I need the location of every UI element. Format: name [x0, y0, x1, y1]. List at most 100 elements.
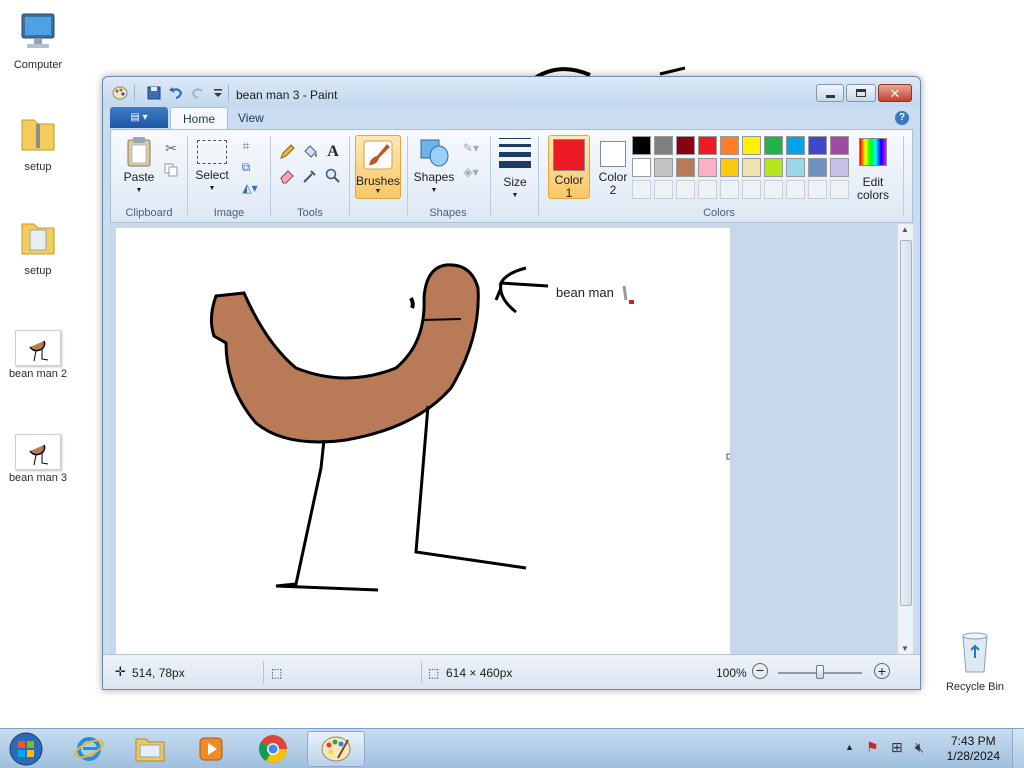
- magnifier-tool[interactable]: [323, 166, 343, 186]
- palette-swatch[interactable]: [676, 158, 695, 177]
- show-hidden-icons-icon[interactable]: ▲: [845, 742, 854, 752]
- volume-muted-icon[interactable]: 🔇︎: [915, 739, 924, 756]
- close-button[interactable]: ✕: [878, 84, 912, 102]
- canvas-resize-handle[interactable]: [726, 453, 730, 460]
- text-tool[interactable]: A: [323, 142, 343, 162]
- system-clock[interactable]: 7:43 PM 1/28/2024: [947, 734, 1000, 764]
- copy-icon: [164, 163, 178, 177]
- fill-button[interactable]: ◈▾: [457, 162, 485, 182]
- palette-custom-slot[interactable]: [720, 180, 739, 199]
- palette-swatch[interactable]: [742, 136, 761, 155]
- scrollbar-thumb[interactable]: [900, 240, 912, 606]
- outline-button[interactable]: ✎▾: [457, 138, 485, 158]
- paste-button[interactable]: Paste ▼: [120, 136, 158, 197]
- edit-colors-button[interactable]: Edit colors: [855, 136, 891, 202]
- group-label-colors: Colors: [703, 207, 735, 219]
- size-button[interactable]: Size ▼: [497, 136, 533, 202]
- help-icon[interactable]: ?: [895, 111, 909, 125]
- rotate-button[interactable]: ◭▾: [236, 178, 264, 198]
- palette-swatch[interactable]: [830, 136, 849, 155]
- taskbar-explorer[interactable]: [121, 731, 179, 767]
- palette-custom-slot[interactable]: [654, 180, 673, 199]
- media-player-icon: [199, 737, 223, 761]
- copy-button[interactable]: [161, 160, 181, 180]
- close-icon: ✕: [889, 85, 901, 101]
- palette-swatch[interactable]: [764, 158, 783, 177]
- palette-swatch[interactable]: [786, 158, 805, 177]
- size-label: Size: [503, 175, 527, 189]
- taskbar-paint[interactable]: [307, 731, 365, 767]
- palette-swatch[interactable]: [808, 136, 827, 155]
- drawing-canvas[interactable]: bean man: [116, 228, 730, 654]
- group-separator: [187, 136, 188, 216]
- eraser-tool[interactable]: [277, 166, 297, 186]
- taskbar: ▲ ⚑ ⊞ 🔇︎ 7:43 PM 1/28/2024: [0, 728, 1024, 768]
- image-thumbnail-icon: [15, 330, 61, 366]
- desktop-icon-computer[interactable]: Computer: [0, 8, 76, 71]
- palette-swatch[interactable]: [786, 136, 805, 155]
- fill-tool[interactable]: [300, 142, 320, 162]
- color-2-button[interactable]: Color 2: [592, 135, 634, 199]
- title-bar[interactable]: bean man 3 - Paint ✕: [103, 77, 920, 107]
- pencil-tool[interactable]: [277, 142, 297, 162]
- palette-custom-slot[interactable]: [808, 180, 827, 199]
- shapes-button[interactable]: Shapes ▼: [412, 136, 456, 197]
- undo-icon[interactable]: [168, 85, 184, 101]
- scroll-down-arrow-icon[interactable]: ▼: [901, 644, 909, 653]
- palette-swatch[interactable]: [764, 136, 783, 155]
- palette-swatch[interactable]: [698, 158, 717, 177]
- palette-custom-slot[interactable]: [632, 180, 651, 199]
- palette-custom-slot[interactable]: [742, 180, 761, 199]
- select-button[interactable]: Select ▼: [193, 136, 231, 195]
- minimize-button[interactable]: [816, 84, 844, 102]
- color-picker-tool[interactable]: [300, 166, 320, 186]
- dropdown-arrow-icon: ▼: [374, 188, 382, 195]
- taskbar-ie[interactable]: [60, 731, 118, 767]
- save-icon[interactable]: [146, 85, 162, 101]
- action-center-flag-icon[interactable]: ⚑: [866, 739, 879, 756]
- cut-button[interactable]: ✂: [161, 138, 181, 158]
- tab-home[interactable]: Home: [170, 107, 229, 129]
- redo-icon[interactable]: [190, 85, 206, 101]
- desktop-icon-setup-zip[interactable]: setup: [0, 110, 76, 173]
- show-desktop-button[interactable]: [1012, 729, 1024, 768]
- taskbar-chrome[interactable]: [244, 731, 302, 767]
- palette-custom-slot[interactable]: [698, 180, 717, 199]
- desktop-icon-recycle-bin[interactable]: Recycle Bin: [937, 630, 1013, 693]
- zoom-out-icon[interactable]: −: [752, 663, 768, 679]
- customize-quick-access-icon[interactable]: [210, 85, 226, 101]
- palette-swatch[interactable]: [698, 136, 717, 155]
- desktop-icon-bean-man-3[interactable]: bean man 3: [0, 434, 76, 484]
- paint-menu-button[interactable]: ▤ ▾: [110, 107, 168, 128]
- palette-swatch[interactable]: [632, 158, 651, 177]
- brushes-button[interactable]: Brushes ▼: [355, 135, 401, 199]
- tab-view[interactable]: View: [226, 107, 276, 129]
- palette-swatch[interactable]: [654, 158, 673, 177]
- palette-custom-slot[interactable]: [764, 180, 783, 199]
- palette-swatch[interactable]: [654, 136, 673, 155]
- zoom-in-icon[interactable]: +: [874, 663, 890, 679]
- network-icon[interactable]: ⊞: [891, 739, 903, 756]
- palette-custom-slot[interactable]: [830, 180, 849, 199]
- resize-button[interactable]: ⧉: [236, 157, 256, 177]
- desktop-icon-setup-folder[interactable]: setup: [0, 214, 76, 277]
- zoom-slider-thumb[interactable]: [816, 665, 824, 679]
- color-1-button[interactable]: Color 1: [548, 135, 590, 200]
- desktop-icon-bean-man-2[interactable]: bean man 2: [0, 330, 76, 380]
- palette-swatch[interactable]: [720, 158, 739, 177]
- palette-swatch[interactable]: [632, 136, 651, 155]
- palette-swatch[interactable]: [742, 158, 761, 177]
- crop-button[interactable]: ⌗: [236, 136, 256, 156]
- taskbar-media-player[interactable]: [182, 731, 240, 767]
- palette-custom-slot[interactable]: [786, 180, 805, 199]
- scroll-up-arrow-icon[interactable]: ▲: [901, 225, 909, 234]
- palette-custom-slot[interactable]: [676, 180, 695, 199]
- palette-swatch[interactable]: [808, 158, 827, 177]
- maximize-button[interactable]: [846, 84, 876, 102]
- palette-swatch[interactable]: [720, 136, 739, 155]
- vertical-scrollbar[interactable]: ▲ ▼: [897, 224, 913, 654]
- palette-swatch[interactable]: [830, 158, 849, 177]
- computer-icon: [21, 13, 55, 48]
- start-button[interactable]: [0, 731, 52, 767]
- palette-swatch[interactable]: [676, 136, 695, 155]
